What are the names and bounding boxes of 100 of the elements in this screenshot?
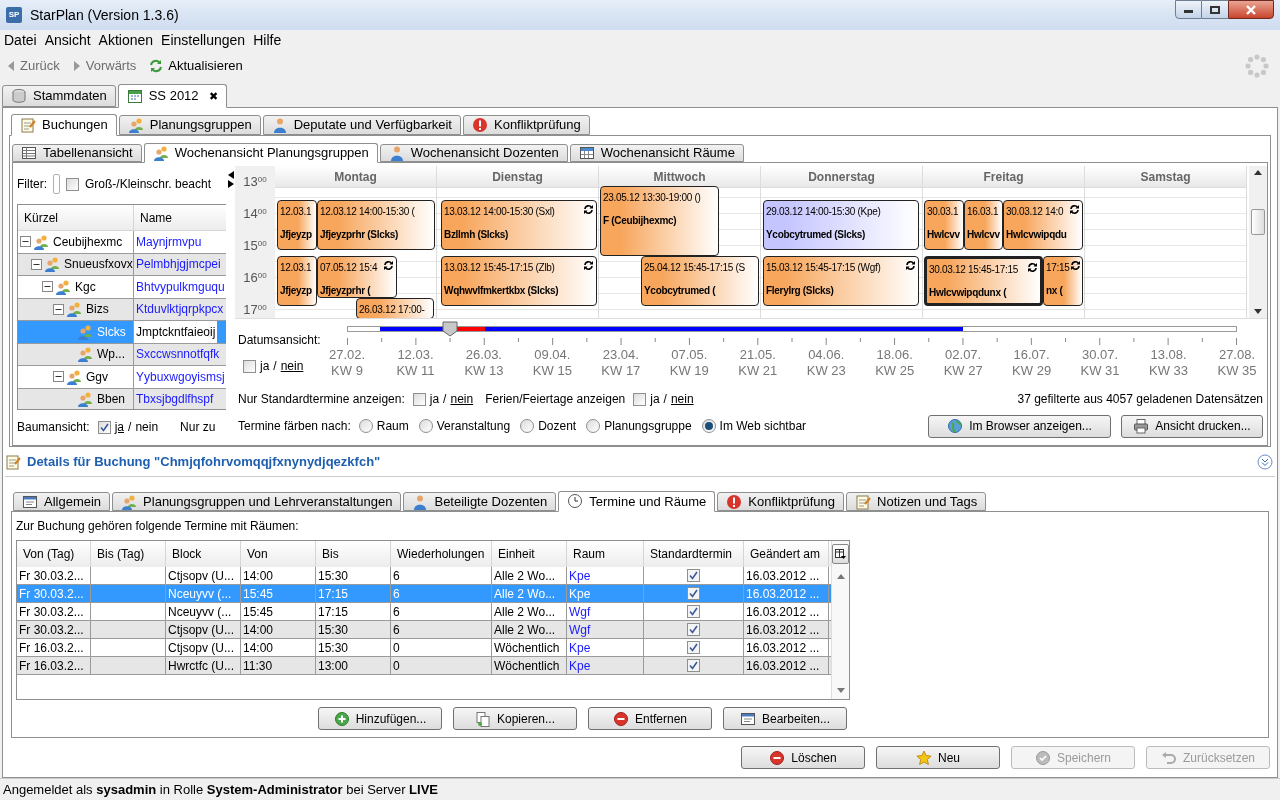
calendar-event[interactable]: 29.03.12 14:00-15:30 (Kpe) Ycobcytrumed (Slcks) xyxy=(763,200,919,250)
tab[interactable]: Notizen und Tags xyxy=(846,492,987,511)
calendar-event[interactable]: 25.04.12 15:45-17:15 (S Ycobcytrumed ( xyxy=(641,256,759,306)
browser-button[interactable]: Im Browser anzeigen... xyxy=(928,414,1111,438)
copy-button[interactable]: Kopieren... xyxy=(453,707,577,730)
tree-item[interactable]: Ggv xyxy=(86,367,108,386)
tree-item[interactable]: Bben xyxy=(97,390,126,409)
menu-item[interactable]: Aktionen xyxy=(95,29,157,51)
tree-item[interactable]: Wp... xyxy=(97,345,125,364)
tab[interactable]: Beteiligte Dozenten xyxy=(403,492,557,511)
calendar-event[interactable]: 12.03.12 14:00-15:30 ( Jfjeyzprhr (Slcks) xyxy=(317,200,435,250)
radio-button[interactable] xyxy=(418,419,433,433)
maximize-button[interactable] xyxy=(1202,0,1228,19)
yes-option[interactable]: ja xyxy=(429,390,440,408)
checkbox[interactable] xyxy=(66,177,79,191)
checkbox[interactable] xyxy=(97,420,111,434)
room-link[interactable]: Wgf xyxy=(567,603,644,620)
filter-field[interactable] xyxy=(53,174,60,194)
toolbar-button[interactable]: Aktualisieren xyxy=(148,56,243,76)
checkbox[interactable] xyxy=(687,569,700,582)
tree-item[interactable]: Ceubijhexmc xyxy=(53,232,123,251)
yes-option[interactable]: ja xyxy=(650,390,660,408)
no-option[interactable]: nein xyxy=(450,390,474,408)
tab[interactable]: Planungsgruppen und Lehrveranstaltungen xyxy=(112,492,402,511)
tab[interactable]: Buchungen xyxy=(11,114,117,136)
checkbox[interactable] xyxy=(687,623,700,636)
tab[interactable]: Wochenansicht Planungsgruppen xyxy=(143,143,378,163)
calendar-event[interactable]: 12.03.1 Jfjeyzp xyxy=(277,200,317,250)
collapse-toggle[interactable] xyxy=(53,371,64,383)
calendar-event[interactable]: 30.03.12 14:0 Hwlcvwipqdu xyxy=(1003,200,1083,250)
slider-thumb[interactable] xyxy=(442,321,459,337)
collapse-icon[interactable] xyxy=(1257,453,1273,470)
tree-item[interactable]: Snueusfxovx xyxy=(64,255,133,274)
menu-item[interactable]: Hilfe xyxy=(250,29,285,51)
checkbox[interactable] xyxy=(687,659,700,672)
room-link[interactable]: Kpe xyxy=(567,657,644,674)
tab[interactable]: Deputate und Verfügbarkeit xyxy=(262,115,461,135)
print-button[interactable]: Ansicht drucken... xyxy=(1121,414,1263,438)
radio-label[interactable]: Im Web sichtbar xyxy=(719,417,807,435)
calendar-event[interactable]: 17:15 nx ( xyxy=(1043,256,1083,306)
radio-label[interactable]: Veranstaltung xyxy=(436,417,511,435)
menu-item[interactable]: Ansicht xyxy=(41,29,94,51)
checkbox[interactable] xyxy=(633,392,647,406)
collapse-toggle[interactable] xyxy=(42,281,53,293)
tab[interactable]: Konfliktprüfung xyxy=(717,492,844,511)
checkbox[interactable] xyxy=(243,359,256,373)
close-tab-icon[interactable]: ✖ xyxy=(208,87,218,105)
radio-button[interactable] xyxy=(358,419,373,433)
radio-button[interactable] xyxy=(586,419,601,433)
add-button[interactable]: Hinzufügen... xyxy=(318,707,442,730)
checkbox[interactable] xyxy=(687,641,700,654)
radio-button[interactable] xyxy=(520,419,535,433)
radio-button[interactable] xyxy=(701,419,716,433)
calendar-event[interactable]: 13.03.12 15:45-17:15 (Zlb) Wqhwvlfmkertkbx (Slcks) xyxy=(441,256,597,306)
yes-option[interactable]: ja xyxy=(114,418,125,436)
radio-label[interactable]: Dozent xyxy=(538,417,577,435)
minimize-button[interactable] xyxy=(1175,0,1202,19)
tree-item[interactable]: Kgc xyxy=(75,277,96,296)
edit-button[interactable]: Bearbeiten... xyxy=(723,707,847,730)
radio-label[interactable]: Planungsgruppe xyxy=(604,417,692,435)
checkbox[interactable] xyxy=(687,587,700,600)
room-link[interactable]: Kpe xyxy=(567,639,644,656)
tab[interactable]: Wochenansicht Räume xyxy=(569,144,744,162)
room-link[interactable]: Wgf xyxy=(567,621,644,638)
no-option[interactable]: nein xyxy=(135,418,159,436)
scroll-down-icon[interactable] xyxy=(1254,309,1262,314)
collapse-toggle[interactable] xyxy=(31,258,42,270)
collapse-toggle[interactable] xyxy=(53,303,64,315)
column-chooser-button[interactable] xyxy=(832,544,849,564)
calendar-event[interactable]: 12.03.1 Jfjeyzp xyxy=(277,256,317,306)
tab[interactable]: Konfliktprüfung xyxy=(463,115,590,135)
tab[interactable]: Stammdaten xyxy=(2,85,116,107)
close-button[interactable] xyxy=(1228,0,1274,19)
column-header[interactable]: Name xyxy=(134,205,226,230)
no-option[interactable]: nein xyxy=(670,390,694,408)
collapse-toggle[interactable] xyxy=(20,236,31,248)
tab[interactable]: Tabellenansicht xyxy=(12,144,142,162)
delete-button[interactable]: Löschen xyxy=(741,746,865,769)
tab[interactable]: Planungsgruppen xyxy=(118,115,261,135)
calendar-event[interactable]: 13.03.12 14:00-15:30 (Sxl) Bzllmh (Slcks) xyxy=(441,200,597,250)
tab[interactable]: Termine und Räume xyxy=(558,490,716,512)
calendar-event[interactable]: 30.03.12 15:45-17:15 Hwlcvwipqdunx ( xyxy=(924,256,1043,306)
remove-button[interactable]: Entfernen xyxy=(588,707,712,730)
close-icon[interactable] xyxy=(1245,4,1257,15)
checkbox[interactable] xyxy=(687,605,700,618)
no-option[interactable]: nein xyxy=(280,357,304,375)
calendar-event[interactable]: 23.05.12 13:30-19:00 () F (Ceubijhexmc) xyxy=(600,186,719,256)
menu-item[interactable]: Einstellungen xyxy=(158,29,249,51)
tree-item[interactable]: Bizs xyxy=(86,300,109,319)
calendar-event[interactable]: 30.03.1 Hwlcvv xyxy=(924,200,964,250)
new-button[interactable]: Neu xyxy=(876,746,1000,769)
menu-item[interactable]: Datei xyxy=(1,29,40,51)
scroll-up-icon[interactable] xyxy=(1254,170,1262,175)
radio-label[interactable]: Raum xyxy=(376,417,409,435)
tab[interactable]: Wochenansicht Dozenten xyxy=(379,144,568,162)
calendar-event[interactable]: 07.05.12 15:4 Jfjeyzprhr ( xyxy=(317,256,397,298)
yes-option[interactable]: ja xyxy=(260,357,270,375)
tab[interactable]: SS 2012 ✖ xyxy=(117,84,227,108)
scrollbar-thumb[interactable] xyxy=(1251,209,1265,235)
tab[interactable]: Allgemein xyxy=(13,492,111,511)
